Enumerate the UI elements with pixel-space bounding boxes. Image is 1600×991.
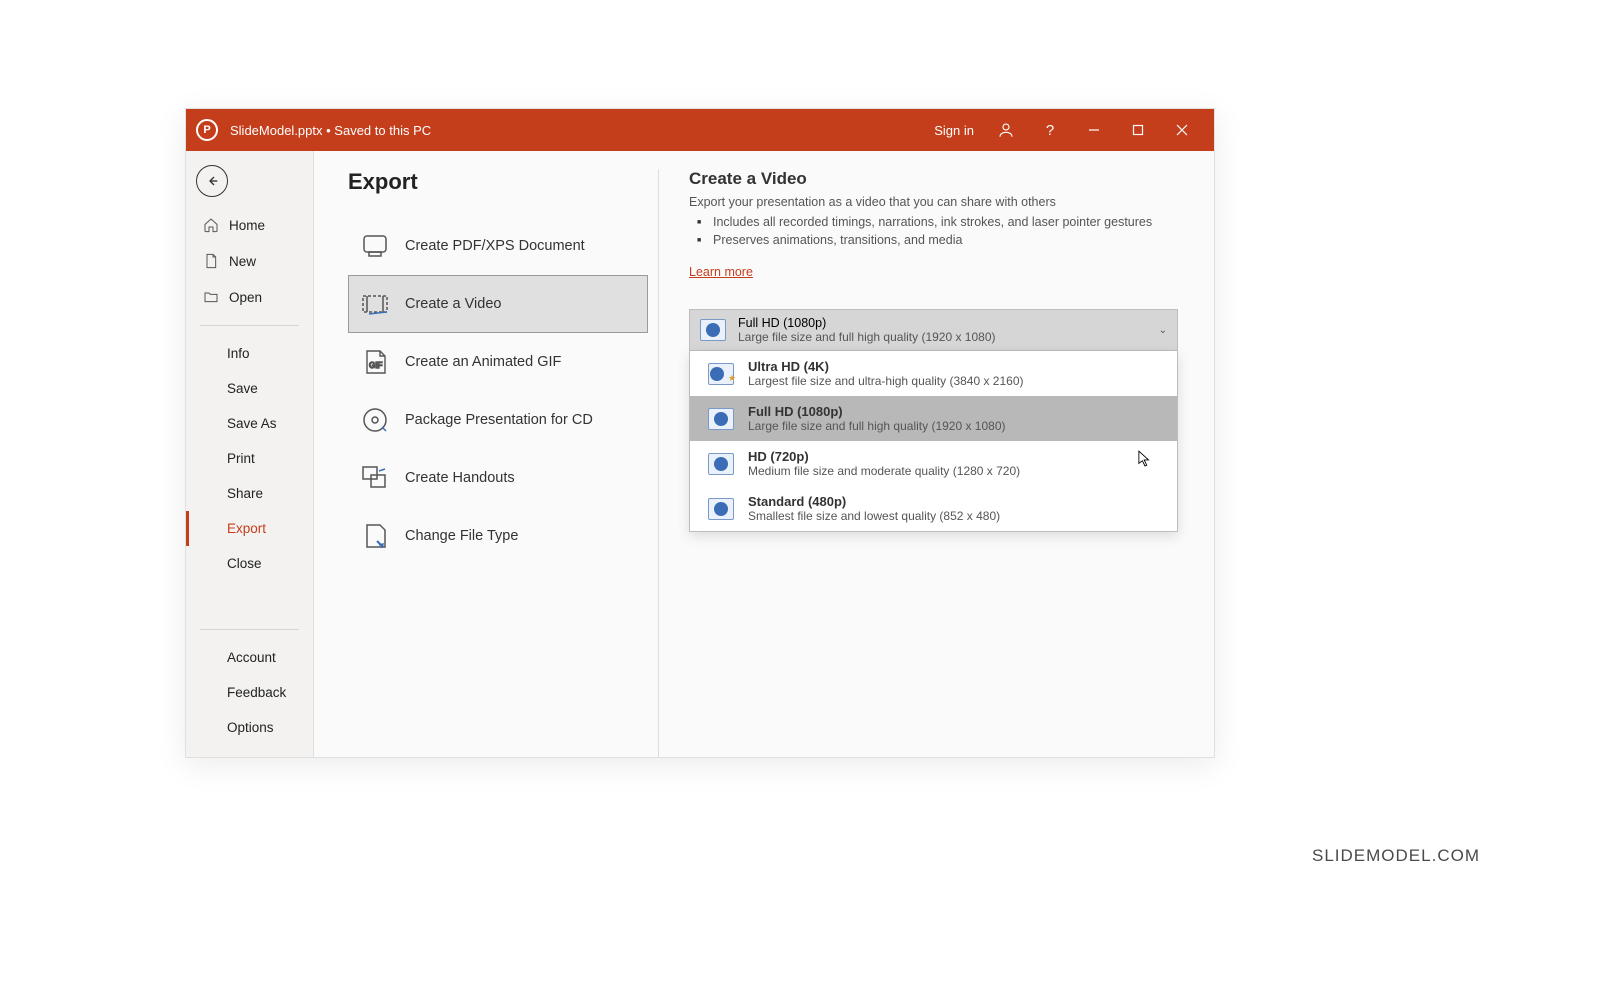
home-icon <box>203 217 219 233</box>
bullet-item: Includes all recorded timings, narration… <box>713 215 1178 229</box>
chevron-down-icon: ⌄ <box>1159 325 1167 336</box>
title-text: SlideModel.pptx • Saved to this PC <box>230 123 431 138</box>
separator <box>200 325 299 326</box>
help-button[interactable]: ? <box>1028 109 1072 151</box>
export-option-filetype[interactable]: Change File Type <box>348 507 648 565</box>
export-option-pdf[interactable]: Create PDF/XPS Document <box>348 217 648 275</box>
sidebar-item-new[interactable]: New <box>186 243 313 279</box>
sidebar-item-home[interactable]: Home <box>186 207 313 243</box>
resolution-icon <box>708 363 734 385</box>
dropdown-item-4k[interactable]: Ultra HD (4K)Largest file size and ultra… <box>690 351 1177 396</box>
detail-heading: Create a Video <box>689 169 1178 189</box>
titlebar: P SlideModel.pptx • Saved to this PC Sig… <box>186 109 1214 151</box>
dropdown-item-1080p[interactable]: Full HD (1080p)Large file size and full … <box>690 396 1177 441</box>
separator <box>200 629 299 630</box>
bullet-item: Preserves animations, transitions, and m… <box>713 233 1178 247</box>
selected-title: Full HD (1080p) <box>738 316 996 330</box>
dropdown-list: Ultra HD (4K)Largest file size and ultra… <box>689 351 1178 532</box>
svg-text:GIF: GIF <box>369 361 382 370</box>
watermark: SLIDEMODEL.COM <box>1312 846 1480 866</box>
folder-icon <box>203 289 219 305</box>
app-window: P SlideModel.pptx • Saved to this PC Sig… <box>185 108 1215 758</box>
sidebar-item-account[interactable]: Account <box>186 640 313 675</box>
sidebar-item-close[interactable]: Close <box>186 546 313 581</box>
dropdown-selected[interactable]: Full HD (1080p) Large file size and full… <box>689 309 1178 351</box>
handouts-icon <box>361 464 389 492</box>
resolution-dropdown: Full HD (1080p) Large file size and full… <box>689 309 1178 351</box>
filetype-icon <box>361 522 389 550</box>
sidebar-item-info[interactable]: Info <box>186 336 313 371</box>
resolution-icon <box>708 408 734 430</box>
sidebar-item-share[interactable]: Share <box>186 476 313 511</box>
learn-more-link[interactable]: Learn more <box>689 265 753 279</box>
resolution-icon <box>708 453 734 475</box>
sidebar-item-print[interactable]: Print <box>186 441 313 476</box>
dropdown-item-720p[interactable]: HD (720p)Medium file size and moderate q… <box>690 441 1177 486</box>
filename: SlideModel.pptx <box>230 123 323 138</box>
close-button[interactable] <box>1160 109 1204 151</box>
resolution-icon <box>700 319 726 341</box>
back-button[interactable] <box>196 165 228 197</box>
export-option-handouts[interactable]: Create Handouts <box>348 449 648 507</box>
account-icon[interactable] <box>984 109 1028 151</box>
detail-panel: Create a Video Export your presentation … <box>658 169 1214 757</box>
sidebar-item-feedback[interactable]: Feedback <box>186 675 313 710</box>
main-panel: Export Create PDF/XPS Document Create a … <box>314 151 1214 757</box>
sidebar-item-open[interactable]: Open <box>186 279 313 315</box>
sidebar-item-saveas[interactable]: Save As <box>186 406 313 441</box>
sidebar-item-save[interactable]: Save <box>186 371 313 406</box>
save-status: Saved to this PC <box>334 123 431 138</box>
resolution-icon <box>708 498 734 520</box>
page-title: Export <box>348 169 648 195</box>
pdf-icon <box>361 232 389 260</box>
maximize-button[interactable] <box>1116 109 1160 151</box>
powerpoint-icon: P <box>196 119 218 141</box>
sidebar-item-options[interactable]: Options <box>186 710 313 745</box>
document-icon <box>203 253 219 269</box>
sign-in-button[interactable]: Sign in <box>924 123 984 138</box>
gif-icon: GIF <box>361 348 389 376</box>
detail-sub: Export your presentation as a video that… <box>689 195 1178 209</box>
minimize-button[interactable] <box>1072 109 1116 151</box>
sidebar-item-export[interactable]: Export <box>186 511 313 546</box>
video-icon <box>361 290 389 318</box>
export-option-gif[interactable]: GIF Create an Animated GIF <box>348 333 648 391</box>
export-option-cd[interactable]: Package Presentation for CD <box>348 391 648 449</box>
cd-icon <box>361 406 389 434</box>
backstage-sidebar: Home New Open Info Save Save As Print Sh… <box>186 151 314 757</box>
selected-desc: Large file size and full high quality (1… <box>738 330 996 344</box>
dropdown-item-480p[interactable]: Standard (480p)Smallest file size and lo… <box>690 486 1177 531</box>
export-option-video[interactable]: Create a Video <box>348 275 648 333</box>
